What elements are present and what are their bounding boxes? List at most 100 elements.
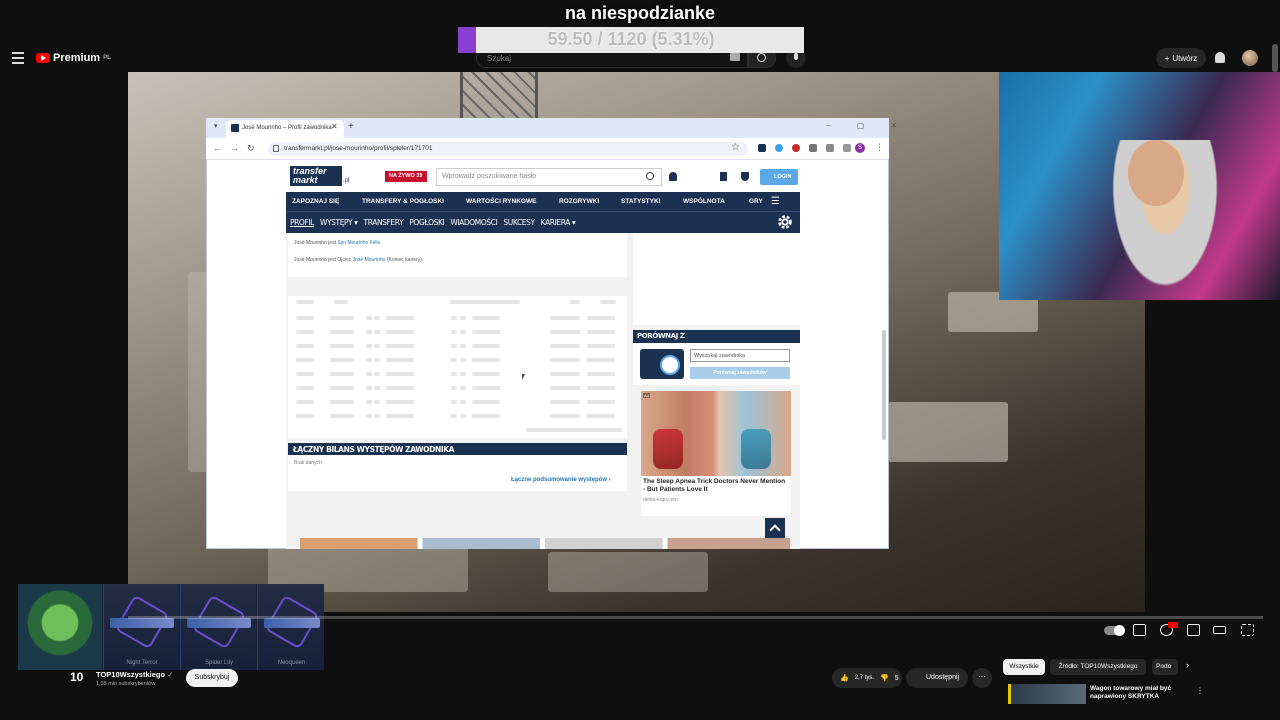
- channel-name-text: TOP10Wszystkiego: [96, 670, 166, 679]
- user-avatar[interactable]: [1242, 50, 1258, 66]
- youtube-logo[interactable]: Premium PL: [36, 51, 111, 65]
- video-progress-bar[interactable]: [128, 616, 1263, 619]
- subnav-item[interactable]: POGŁOSKI: [409, 218, 444, 227]
- skeleton-bar: [386, 330, 414, 334]
- skeleton-bar: [472, 316, 500, 320]
- nav-item[interactable]: GRY: [749, 198, 771, 205]
- theater-mode-icon[interactable]: [1213, 626, 1226, 634]
- browser-scrollbar[interactable]: [882, 330, 886, 440]
- compare-button[interactable]: Porównaj zawodników: [690, 367, 790, 379]
- skeleton-bar: [366, 386, 372, 390]
- chip-source[interactable]: Źródło: TOP10Wszystkiego: [1050, 659, 1146, 675]
- hamburger-icon[interactable]: ☰: [771, 196, 787, 207]
- recommendation-title[interactable]: Wagon towarowy miał być naprawiony SKRYT…: [1090, 685, 1190, 701]
- skeleton-bar: [374, 344, 380, 348]
- nav-item[interactable]: WARTOŚCI RYNKOWE: [466, 198, 559, 205]
- skeleton-bar: [472, 414, 500, 418]
- tab-list-icon[interactable]: ▾: [214, 122, 218, 130]
- page-scrollbar[interactable]: [1272, 44, 1278, 72]
- recommendation-thumbnail[interactable]: [1008, 684, 1086, 704]
- chevron-right-icon[interactable]: ›: [1186, 660, 1189, 670]
- nav-item[interactable]: ZAPOZNAJ SIĘ: [292, 198, 362, 205]
- extension-icon[interactable]: [775, 144, 783, 152]
- chip-more[interactable]: Podo: [1152, 659, 1178, 675]
- bookmark-star-icon[interactable]: ☆: [731, 142, 740, 153]
- weapon-icon: [264, 618, 320, 628]
- media-icon[interactable]: [826, 144, 834, 152]
- ad-title[interactable]: The Sleep Apnea Trick Doctors Never Ment…: [643, 478, 789, 494]
- gear-icon[interactable]: [776, 213, 794, 231]
- skeleton-bar: [366, 414, 372, 418]
- live-badge[interactable]: NA ŻYWO 39: [385, 171, 427, 182]
- nav-item[interactable]: STATYSTYKI: [621, 198, 683, 205]
- search-icon[interactable]: [646, 172, 654, 180]
- tm-sub-nav: PROFIL WYSTĘPY ▾ TRANSFERY POGŁOSKI WIAD…: [286, 211, 800, 233]
- keyboard-icon[interactable]: [730, 53, 740, 61]
- bilans-summary-link[interactable]: Łączne podsumowanie występów ›: [511, 477, 611, 483]
- nav-item[interactable]: ROZGRYWKI: [559, 198, 621, 205]
- browser-nav-buttons[interactable]: ←→↻: [213, 143, 263, 154]
- window-controls[interactable]: – ▢ ✕: [826, 121, 909, 130]
- kebab-menu-icon[interactable]: ⋮: [1196, 686, 1204, 695]
- transfermarkt-logo[interactable]: transfer markt: [290, 166, 342, 186]
- bookmark-icon[interactable]: [720, 172, 727, 181]
- share-button[interactable]: Udostępnij: [906, 668, 968, 688]
- browser-tab[interactable]: José Mourinho – Profil zawodnika: [226, 120, 344, 138]
- relation-link[interactable]: José Mourinho: [353, 257, 386, 263]
- subnav-item[interactable]: WIADOMOŚCI: [450, 218, 497, 227]
- skeleton-bar: [460, 344, 466, 348]
- create-button[interactable]: + Utwórz: [1156, 48, 1206, 68]
- thumbs-down-icon[interactable]: 👎: [880, 674, 889, 682]
- subnav-item[interactable]: KARIERA ▾: [541, 218, 576, 227]
- subtitles-icon[interactable]: [1133, 624, 1146, 636]
- skeleton-bar: [587, 358, 615, 362]
- ad-slot: [633, 233, 800, 325]
- fullscreen-icon[interactable]: [1241, 624, 1254, 636]
- skeleton-bar: [472, 372, 500, 376]
- browser-menu-icon[interactable]: ⋮: [875, 142, 884, 153]
- download-icon[interactable]: [843, 144, 851, 152]
- miniplayer-icon[interactable]: [1187, 624, 1200, 636]
- login-button[interactable]: LOGIN: [760, 169, 798, 185]
- thumbs-up-icon[interactable]: 👍: [840, 674, 849, 682]
- chip-all[interactable]: Wszystkie: [1003, 659, 1045, 675]
- skeleton-bar: [374, 316, 380, 320]
- scroll-to-top-button[interactable]: [765, 518, 785, 538]
- channel-logo[interactable]: 10: [70, 670, 90, 686]
- browser-profile-avatar[interactable]: S: [855, 143, 865, 153]
- nav-item[interactable]: TRANSFERY & POGŁOSKI: [362, 198, 466, 205]
- subnav-profil[interactable]: PROFIL: [290, 218, 314, 227]
- relation-link[interactable]: Syn Mourinho Félix: [337, 240, 380, 246]
- skeleton-bar: [296, 316, 314, 320]
- subscribe-button[interactable]: Subskrybuj: [186, 669, 238, 687]
- skeleton-bar: [587, 414, 615, 418]
- skeleton-bar: [451, 344, 457, 348]
- skeleton-bar: [366, 316, 372, 320]
- menu-icon[interactable]: [12, 52, 24, 64]
- tm-search-input[interactable]: Wprowadź poszukiwane hasło: [436, 168, 662, 186]
- like-dislike-button[interactable]: 👍 2,7 tys. 👎 5: [832, 668, 902, 688]
- extension-icon[interactable]: [792, 144, 800, 152]
- user-icon[interactable]: [669, 172, 677, 181]
- bell-icon[interactable]: [1215, 52, 1225, 63]
- new-tab-icon[interactable]: +: [348, 121, 354, 132]
- close-tab-icon[interactable]: ✕: [331, 122, 338, 131]
- shield-icon[interactable]: [741, 172, 749, 181]
- extension-icon[interactable]: [758, 144, 766, 152]
- more-actions-button[interactable]: ···: [972, 668, 992, 688]
- youtube-brand: Premium: [53, 52, 101, 64]
- compare-search-input[interactable]: Wyszukaj zawodnika: [690, 349, 790, 362]
- ad-image[interactable]: [641, 391, 791, 476]
- site-info-icon[interactable]: [273, 145, 279, 152]
- channel-name[interactable]: TOP10Wszystkiego ✓: [96, 670, 173, 679]
- tower-structure: [460, 72, 538, 118]
- address-bar[interactable]: transfermarkt.pl/jose-mourinho/profil/sp…: [268, 142, 748, 156]
- puzzle-icon[interactable]: [809, 144, 817, 152]
- subnav-item[interactable]: WYSTĘPY ▾: [320, 218, 358, 227]
- subnav-item[interactable]: TRANSFERY: [364, 218, 404, 227]
- autoplay-toggle[interactable]: [1104, 625, 1125, 636]
- skeleton-bar: [472, 400, 500, 404]
- skeleton-bar: [330, 344, 354, 348]
- subnav-item[interactable]: SUKCESY: [503, 218, 535, 227]
- nav-item[interactable]: WSPÓLNOTA: [683, 198, 749, 205]
